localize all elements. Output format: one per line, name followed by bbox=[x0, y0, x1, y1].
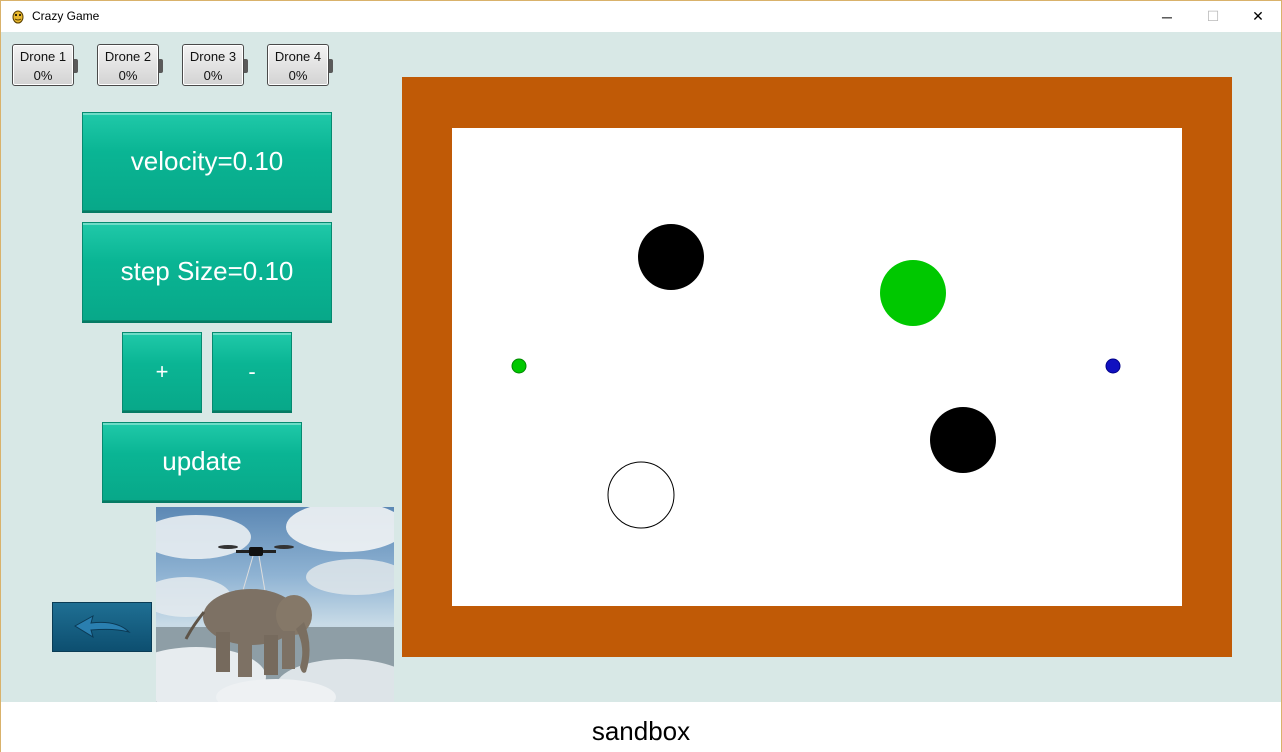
back-button[interactable] bbox=[52, 602, 152, 652]
drone-name: Drone 1 bbox=[19, 49, 67, 64]
drone-percent: 0% bbox=[33, 68, 53, 83]
drone-percent: 0% bbox=[288, 68, 308, 83]
drone-marker-blue bbox=[1105, 358, 1121, 374]
obstacle-1 bbox=[638, 224, 704, 290]
title-bar: Crazy Game ─ ☐ ✕ bbox=[1, 1, 1281, 32]
update-button[interactable]: update bbox=[102, 422, 302, 501]
drone-name: Drone 2 bbox=[104, 49, 152, 64]
drone-1-badge[interactable]: Drone 1 0% bbox=[12, 44, 78, 86]
velocity-button[interactable]: velocity=0.10 bbox=[82, 112, 332, 211]
target-zone bbox=[880, 260, 946, 326]
window-title: Crazy Game bbox=[32, 9, 100, 23]
game-arena bbox=[402, 77, 1232, 657]
drone-name: Drone 4 bbox=[274, 49, 322, 64]
back-arrow-icon bbox=[74, 614, 131, 639]
playfield-canvas bbox=[511, 224, 1121, 529]
drone-lifting-elephant-image bbox=[156, 507, 394, 703]
close-button[interactable]: ✕ bbox=[1235, 1, 1281, 32]
drone-4-badge[interactable]: Drone 4 0% bbox=[267, 44, 333, 86]
increase-button[interactable]: + bbox=[122, 332, 202, 411]
drone-3-badge[interactable]: Drone 3 0% bbox=[182, 44, 248, 86]
decrease-button[interactable]: - bbox=[212, 332, 292, 411]
step-size-button[interactable]: step Size=0.10 bbox=[82, 222, 332, 321]
app-window: Crazy Game ─ ☐ ✕ Drone 1 0% Drone 2 0% D… bbox=[0, 0, 1282, 752]
drone-percent: 0% bbox=[118, 68, 138, 83]
battery-tip-icon bbox=[244, 59, 248, 73]
battery-tip-icon bbox=[74, 59, 78, 73]
battery-tip-icon bbox=[159, 59, 163, 73]
drone-name: Drone 3 bbox=[189, 49, 237, 64]
start-hole bbox=[607, 461, 675, 529]
drone-percent: 0% bbox=[203, 68, 223, 83]
drone-2-badge[interactable]: Drone 2 0% bbox=[97, 44, 163, 86]
minimize-button[interactable]: ─ bbox=[1144, 1, 1190, 32]
battery-tip-icon bbox=[329, 59, 333, 73]
drone-marker-green bbox=[511, 358, 527, 374]
mode-label: sandbox bbox=[591, 716, 691, 746]
pygame-snake-icon bbox=[12, 10, 24, 24]
obstacle-2 bbox=[930, 407, 996, 473]
status-bar: sandbox bbox=[1, 702, 1281, 752]
maximize-button[interactable]: ☐ bbox=[1190, 1, 1236, 32]
playfield[interactable] bbox=[452, 128, 1182, 606]
